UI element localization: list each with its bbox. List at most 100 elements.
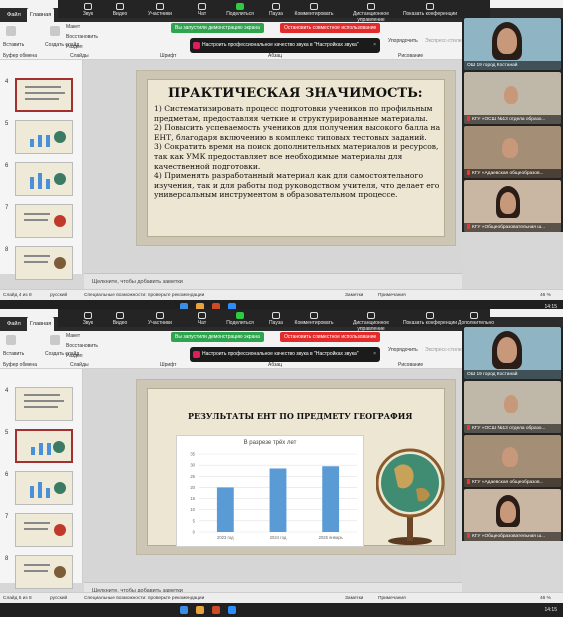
zoom-toolbar: Звук Видео Участники Чат Поделиться Пауз…	[58, 0, 490, 23]
paste-label[interactable]: Вставить	[3, 42, 24, 48]
thumbnail-slide-7[interactable]: 7	[0, 511, 83, 551]
layout-button[interactable]: Макет	[66, 333, 80, 339]
start-icon[interactable]	[180, 606, 188, 614]
face-icon	[504, 395, 518, 413]
tab-home[interactable]: Главная	[27, 8, 55, 22]
arrange-button[interactable]: Упорядочить	[388, 38, 418, 44]
folder-icon[interactable]	[196, 606, 204, 614]
participant-tile[interactable]: КГУ «Общеобразовательная ш...	[464, 489, 561, 541]
stop-share-label: Остановить совместное использование	[284, 25, 377, 31]
paste-icon[interactable]	[6, 26, 16, 36]
bar-chart[interactable]: В разрезе трёх лет 0 5 10 15 20 25 30 35 2023 го…	[176, 435, 364, 547]
paragraph-group-label: Абзац	[268, 362, 283, 368]
participants-button[interactable]: Участники	[138, 2, 182, 18]
paste-icon[interactable]	[6, 335, 16, 345]
show-conferences-button[interactable]: Показать конференции	[402, 311, 458, 327]
participant-tile[interactable]: КГУ «Общеобразовательная ш...	[464, 180, 561, 232]
camera-icon	[116, 3, 124, 10]
current-slide[interactable]: РЕЗУЛЬТАТЫ ЕНТ ПО ПРЕДМЕТУ ГЕОГРАФИЯ В р…	[136, 379, 456, 555]
participant-tile[interactable]: КГУ «ОСШ №13 отдела образо...	[464, 381, 561, 433]
more-button[interactable]: Дополнительно	[458, 311, 494, 327]
tip-text[interactable]: Настроить профессиональное качество звук…	[202, 351, 359, 357]
arrange-button[interactable]: Упорядочить	[388, 347, 418, 353]
chat-label: Чат	[197, 320, 207, 326]
powerpoint-icon[interactable]	[212, 606, 220, 614]
new-slide-icon[interactable]	[50, 335, 60, 345]
bar[interactable]	[322, 466, 340, 532]
quick-styles-button[interactable]: Экспресс-стили	[425, 38, 462, 44]
tab-file[interactable]: Файл	[4, 317, 24, 331]
new-slide-icon[interactable]	[50, 26, 60, 36]
close-icon[interactable]: ×	[373, 347, 376, 362]
stop-share-button[interactable]: Остановить совместное использование	[280, 23, 381, 33]
participant-tile[interactable]: КГУ «Адаевская общеобразов...	[464, 435, 561, 487]
thumbnail-slide-5[interactable]: 5	[0, 427, 83, 467]
thumb-number: 5	[5, 430, 9, 436]
slide-body[interactable]: 1) Систематизировать процесс подготовки …	[154, 104, 444, 200]
thumbnail-slide-6[interactable]: 6	[0, 469, 83, 509]
camera-icon	[116, 312, 124, 319]
annotate-label: Комментировать	[294, 320, 334, 326]
bar[interactable]	[216, 487, 234, 532]
participant-name: ОШ 19 город Костанай	[464, 61, 561, 70]
quick-styles-button[interactable]: Экспресс-стили	[425, 347, 462, 353]
show-conferences-button[interactable]: Показать конференции	[402, 2, 458, 18]
people-icon	[156, 312, 164, 319]
reset-button[interactable]: Восстановить	[66, 34, 98, 40]
annotate-button[interactable]: Комментировать	[292, 2, 336, 18]
participant-caption: КГУ «Адаевская общеобразов...	[464, 478, 561, 487]
close-icon[interactable]: ×	[373, 38, 376, 53]
bar	[39, 443, 43, 455]
thumbnail-slide-8[interactable]: 8	[0, 553, 83, 593]
thumbnail-slide-6[interactable]: 6	[0, 160, 83, 200]
participants-label: Участники	[148, 320, 172, 326]
share-banner: Вы запустили демонстрацию экрана	[171, 332, 264, 342]
participant-caption: КГУ «Общеобразовательная ш...	[464, 223, 561, 232]
video-button[interactable]: Видео	[98, 2, 142, 18]
share-screen-icon	[236, 312, 244, 319]
notes-pane[interactable]: Щелкните, чтобы добавить заметки	[84, 273, 462, 289]
stop-share-button[interactable]: Остановить совместное использование	[280, 332, 381, 342]
section-button[interactable]: Раздел	[66, 44, 83, 50]
thumbnail-slide-4[interactable]: 4	[0, 385, 83, 425]
participant-tile[interactable]: КГУ «Адаевская общеобразов...	[464, 126, 561, 178]
zoom-toolbar: Звук Видео Участники Чат Поделиться Пауз…	[58, 309, 494, 332]
y-tick-label: 10	[190, 507, 195, 512]
video-button[interactable]: Видео	[98, 311, 142, 327]
bar[interactable]	[269, 468, 287, 532]
section-button[interactable]: Раздел	[66, 353, 83, 359]
image-icon	[54, 257, 66, 269]
paste-label[interactable]: Вставить	[3, 351, 24, 357]
participant-tile[interactable]: ОШ 19 город Костанай	[464, 18, 561, 70]
participants-button[interactable]: Участники	[138, 311, 182, 327]
slide-title[interactable]: РЕЗУЛЬТАТЫ ЕНТ ПО ПРЕДМЕТУ ГЕОГРАФИЯ	[188, 411, 412, 421]
remote-control-button[interactable]: Дистанционное управление	[340, 311, 402, 332]
remote-control-button[interactable]: Дистанционное управление	[340, 2, 402, 23]
reset-button[interactable]: Восстановить	[66, 343, 98, 349]
thumbnail-slide-4[interactable]: 4	[0, 76, 83, 116]
mic-muted-icon	[467, 116, 470, 122]
tab-home[interactable]: Главная	[27, 317, 55, 331]
thumbnail-slide-7[interactable]: 7	[0, 202, 83, 242]
thumbnail-slide-5[interactable]: 5	[0, 118, 83, 158]
participant-name: КГУ «Адаевская общеобразов...	[472, 480, 544, 485]
thumbnail-slide-8[interactable]: 8	[0, 244, 83, 284]
face-icon	[502, 447, 518, 467]
thumb-number: 4	[5, 79, 9, 85]
annotate-button[interactable]: Комментировать	[292, 311, 336, 327]
layout-button[interactable]: Макет	[66, 24, 80, 30]
participant-tile[interactable]: КГУ «ОСШ №13 отдела образо...	[464, 72, 561, 124]
text-line	[24, 528, 48, 530]
slide-title[interactable]: ПРАКТИЧЕСКАЯ ЗНАЧИМОСТЬ:	[168, 86, 423, 101]
tip-text[interactable]: Настроить профессиональное качество звук…	[202, 42, 359, 48]
thumb-preview	[15, 120, 73, 154]
drawing-group-label: Рисование	[398, 362, 424, 368]
bar	[47, 443, 51, 455]
zoom-app-icon[interactable]	[228, 606, 236, 614]
people-icon	[156, 3, 164, 10]
microphone-icon	[84, 3, 92, 10]
current-slide[interactable]: ПРАКТИЧЕСКАЯ ЗНАЧИМОСТЬ: 1) Систематизир…	[136, 70, 456, 246]
participant-tile[interactable]: ОШ 19 город Костанай	[464, 327, 561, 379]
participants-label: Участники	[148, 11, 172, 17]
tab-file[interactable]: Файл	[4, 8, 24, 22]
